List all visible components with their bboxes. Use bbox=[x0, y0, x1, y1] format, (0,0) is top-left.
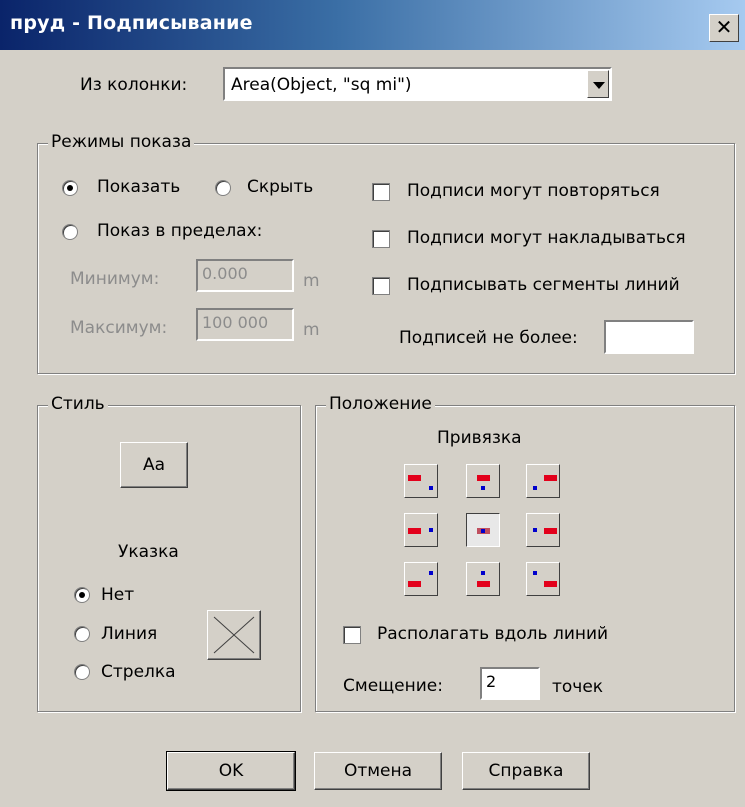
pointer-label: Указка bbox=[118, 542, 179, 562]
hide-radio[interactable] bbox=[215, 180, 231, 196]
close-button[interactable]: ✕ bbox=[709, 14, 739, 42]
pointer-style-button[interactable] bbox=[207, 610, 261, 660]
pointer-arrow-label: Стрелка bbox=[101, 662, 176, 682]
help-button-label: Справка bbox=[488, 761, 564, 781]
anchor-bottom-left-button[interactable] bbox=[404, 562, 438, 596]
min-unit: m bbox=[303, 271, 320, 291]
pointer-line-label: Линия bbox=[101, 624, 158, 644]
min-value: 0.000 bbox=[202, 264, 248, 283]
cancel-button[interactable]: Отмена bbox=[314, 752, 442, 790]
close-icon: ✕ bbox=[715, 15, 733, 39]
offset-label: Смещение: bbox=[343, 676, 443, 696]
title-bar: пруд - Подписывание ✕ bbox=[0, 0, 745, 50]
pointer-none-label: Нет bbox=[101, 585, 135, 605]
font-style-button-label: Aa bbox=[142, 455, 166, 475]
pointer-line-radio[interactable] bbox=[74, 626, 90, 642]
along-lines-label: Располагать вдоль линий bbox=[377, 624, 609, 644]
show-radio-label: Показать bbox=[97, 177, 181, 197]
max-unit: m bbox=[303, 320, 320, 340]
style-legend: Стиль bbox=[48, 394, 108, 414]
max-count-label: Подписей не более: bbox=[399, 328, 578, 348]
along-lines-checkbox[interactable] bbox=[343, 626, 361, 644]
overlap-labels-checkbox[interactable] bbox=[372, 230, 390, 248]
max-field[interactable]: 100 000 bbox=[196, 308, 294, 341]
anchor-middle-right-button[interactable] bbox=[526, 513, 560, 547]
anchor-top-right-button[interactable] bbox=[526, 464, 560, 498]
max-count-field[interactable] bbox=[604, 320, 694, 354]
column-select[interactable]: Area(Object, "sq mi") bbox=[223, 67, 612, 101]
column-label: Из колонки: bbox=[80, 75, 188, 95]
offset-value: 2 bbox=[486, 672, 497, 691]
pointer-none-radio[interactable] bbox=[74, 587, 90, 603]
duplicate-labels-label: Подписи могут повторяться bbox=[407, 181, 660, 201]
show-radio[interactable] bbox=[62, 180, 78, 196]
line-segments-label: Подписывать сегменты линий bbox=[407, 275, 680, 295]
column-select-value: Area(Object, "sq mi") bbox=[231, 75, 412, 95]
anchor-top-center-button[interactable] bbox=[466, 464, 500, 498]
min-field[interactable]: 0.000 bbox=[196, 259, 294, 292]
window-title: пруд - Подписывание bbox=[10, 12, 253, 34]
position-group: Положение bbox=[315, 394, 735, 712]
cancel-button-label: Отмена bbox=[343, 761, 413, 781]
ok-button[interactable]: OK bbox=[166, 751, 296, 791]
max-value: 100 000 bbox=[202, 313, 269, 332]
pointer-arrow-radio[interactable] bbox=[74, 664, 90, 680]
cross-icon bbox=[213, 616, 255, 654]
ok-button-label: OK bbox=[218, 761, 244, 781]
position-legend: Положение bbox=[326, 394, 435, 414]
max-label: Максимум: bbox=[70, 318, 168, 338]
min-label: Минимум: bbox=[70, 269, 160, 289]
line-segments-checkbox[interactable] bbox=[372, 277, 390, 295]
font-style-button[interactable]: Aa bbox=[120, 442, 188, 488]
range-radio[interactable] bbox=[62, 224, 78, 240]
offset-field[interactable]: 2 bbox=[480, 667, 540, 700]
hide-radio-label: Скрыть bbox=[247, 177, 314, 197]
anchor-label: Привязка bbox=[437, 428, 522, 448]
anchor-middle-left-button[interactable] bbox=[404, 513, 438, 547]
anchor-bottom-center-button[interactable] bbox=[466, 562, 500, 596]
chevron-down-icon[interactable] bbox=[587, 70, 609, 98]
overlap-labels-label: Подписи могут накладываться bbox=[407, 228, 686, 248]
range-radio-label: Показ в пределах: bbox=[97, 221, 263, 241]
help-button[interactable]: Справка bbox=[462, 752, 590, 790]
anchor-top-left-button[interactable] bbox=[404, 464, 438, 498]
anchor-bottom-right-button[interactable] bbox=[526, 562, 560, 596]
duplicate-labels-checkbox[interactable] bbox=[372, 183, 390, 201]
display-modes-legend: Режимы показа bbox=[48, 132, 195, 152]
offset-unit: точек bbox=[552, 677, 604, 697]
anchor-center-button[interactable] bbox=[466, 513, 500, 547]
